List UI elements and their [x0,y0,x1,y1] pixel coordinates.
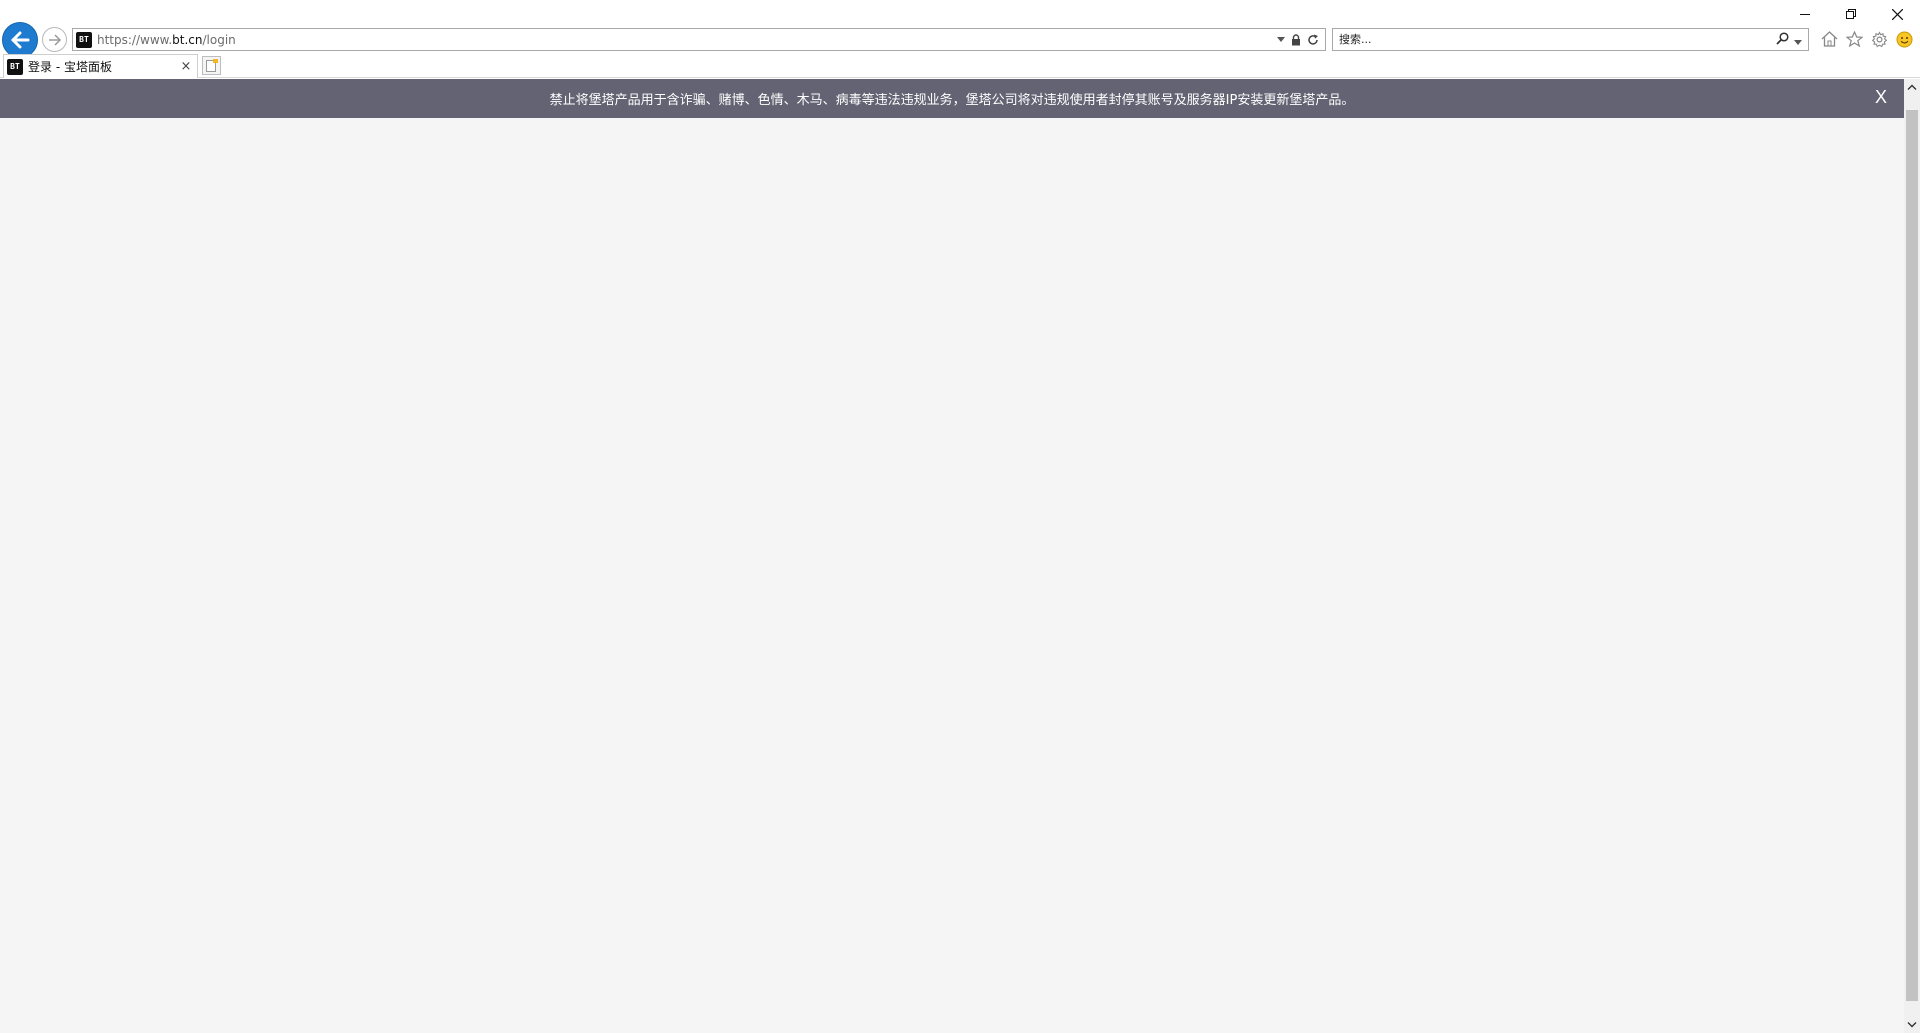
tab-login[interactable]: BT 登录 - 宝塔面板 × [3,54,198,78]
address-url[interactable]: https://www.bt.cn/login [97,33,1277,47]
window-controls [1782,0,1920,28]
new-tab-icon [205,59,218,72]
vertical-scrollbar[interactable] [1904,79,1920,1033]
address-dropdown-icon[interactable] [1277,37,1285,42]
search-input[interactable] [1339,33,1776,46]
search-dropdown-icon[interactable] [1794,30,1802,49]
minimize-icon[interactable] [1782,0,1828,28]
refresh-icon[interactable] [1307,34,1319,46]
navigation-bar: BT https://www.bt.cn/login [0,22,1920,58]
home-icon[interactable] [1820,30,1838,48]
back-button[interactable] [2,22,38,58]
favorites-star-icon[interactable] [1845,30,1863,48]
feedback-smiley-icon[interactable] [1895,30,1913,48]
notice-close-button[interactable]: X [1875,87,1887,107]
forward-arrow-icon [48,33,61,46]
tab-bar: BT 登录 - 宝塔面板 × [0,54,1920,78]
notice-banner: 禁止将堡塔产品用于含诈骗、赌博、色情、木马、病毒等违法违规业务，堡塔公司将对违规… [0,79,1904,118]
scroll-down-icon[interactable] [1904,1017,1920,1033]
tab-favicon: BT [7,58,23,75]
notice-text: 禁止将堡塔产品用于含诈骗、赌博、色情、木马、病毒等违法违规业务，堡塔公司将对违规… [549,93,1355,108]
url-path: /login [202,32,236,47]
search-box[interactable] [1332,28,1809,51]
settings-gear-icon[interactable] [1870,30,1888,48]
browser-window: BT https://www.bt.cn/login 搜索... BT 登录 -… [0,0,1920,1033]
page-content: 禁止将堡塔产品用于含诈骗、赌博、色情、木马、病毒等违法违规业务，堡塔公司将对违规… [0,79,1904,1033]
back-arrow-icon [11,31,30,49]
restore-icon[interactable] [1828,0,1874,28]
new-tab-button[interactable] [202,56,221,75]
tab-title: 登录 - 宝塔面板 [28,60,112,74]
url-domain: bt.cn [172,32,203,47]
forward-button[interactable] [42,27,67,52]
scrollbar-thumb[interactable] [1906,110,1918,1001]
lock-icon[interactable] [1291,33,1301,46]
address-bar[interactable]: BT https://www.bt.cn/login [72,28,1326,51]
close-icon[interactable] [1874,0,1920,28]
scroll-up-icon[interactable] [1904,79,1920,95]
url-scheme: https://www. [97,32,173,47]
toolbar-icons [1820,30,1913,48]
tab-close-icon[interactable]: × [178,59,194,74]
search-icon[interactable] [1776,30,1789,49]
site-favicon: BT [76,31,92,48]
